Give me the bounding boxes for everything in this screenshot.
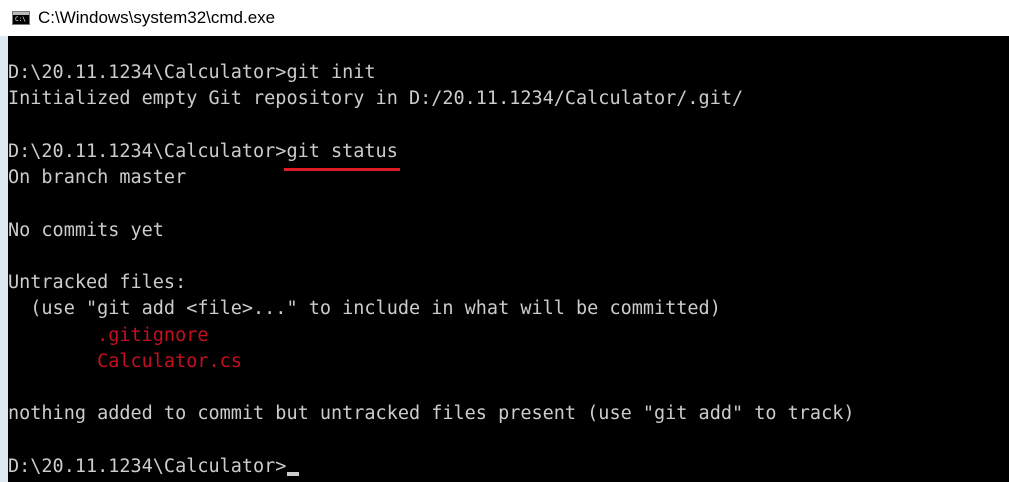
cmd-window: C:\ C:\Windows\system32\cmd.exe D:\20.11… [0, 0, 1009, 482]
command-text: git init [286, 62, 376, 83]
prompt-text: D:\20.11.1234\Calculator> [8, 455, 287, 477]
window-left-border [0, 36, 8, 482]
console-line: Untracked files: [8, 272, 187, 293]
console-line: Initialized empty Git repository in D:/2… [8, 88, 744, 110]
title-bar[interactable]: C:\ C:\Windows\system32\cmd.exe [0, 0, 1009, 36]
untracked-file: Calculator.cs [8, 350, 242, 372]
console-line: D:\20.11.1234\Calculator>git status [8, 139, 1009, 172]
console-line: (use "git add <file>..." to include in w… [8, 298, 721, 320]
console-output[interactable]: D:\20.11.1234\Calculator>git init Initia… [8, 60, 1009, 482]
cmd-icon: C:\ [12, 11, 30, 25]
highlighted-command: git status [284, 139, 401, 172]
console-line: D:\20.11.1234\Calculator>git init [8, 60, 1009, 86]
console-line: On branch master [8, 167, 187, 188]
text-cursor [287, 471, 300, 476]
window-title: C:\Windows\system32\cmd.exe [38, 8, 276, 27]
untracked-file: .gitignore [8, 324, 209, 346]
console-line: nothing added to commit but untracked fi… [8, 403, 855, 425]
console-line: D:\20.11.1234\Calculator> [8, 454, 1009, 480]
console-line: No commits yet [8, 219, 164, 241]
prompt-text: D:\20.11.1234\Calculator> [8, 140, 287, 162]
prompt-text: D:\20.11.1234\Calculator> [8, 62, 287, 83]
